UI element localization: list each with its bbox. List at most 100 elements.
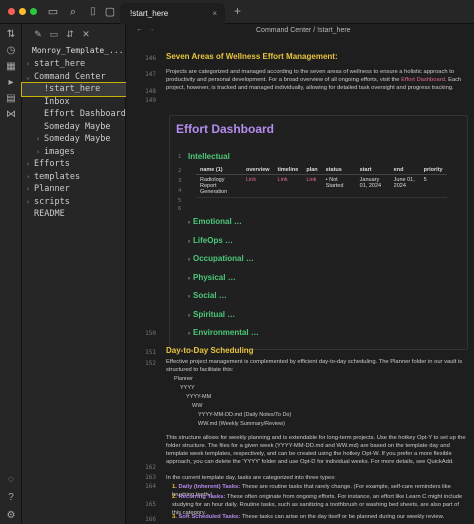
vault-name[interactable]: Monroy_Template_... [32,46,124,55]
cell-name: Radiology Report Generation [196,174,242,198]
folder-tree-yyyy-mm: YYYY-MM [186,394,212,400]
search-icon[interactable]: ⌕ [66,5,80,19]
heading-wellness: Seven Areas of Wellness Effort Managemen… [166,52,338,61]
vault-icon[interactable]: ◌ [4,474,18,488]
maximize-window-button[interactable] [30,8,37,15]
line-number: 6 [178,206,182,212]
folder-icon[interactable]: ▭ [46,5,60,19]
new-tab-button[interactable]: + [234,4,241,18]
history-icon[interactable]: ◷ [4,44,18,58]
chevron-right-icon: › [188,220,190,226]
file-explorer: ✎ ▭ ⇵ ✕ Monroy_Template_... › start_here ⌄… [21,24,127,524]
tree-item[interactable]: › Planner [22,183,126,196]
collapse-all-icon[interactable]: ✕ [80,28,92,40]
left-ribbon: ⇅ ◷ ▦ ▸ ▤ ⋈ ◌ ? ⚙ [0,24,22,524]
breadcrumb-folder[interactable]: Command Center [256,27,311,34]
breadcrumb-file[interactable]: !start_here [317,27,350,34]
tree-item-label: start_here [34,59,86,69]
back-icon[interactable]: ← [136,26,143,33]
terminal-icon[interactable]: ▸ [4,76,18,90]
dashboard-title[interactable]: Effort Dashboard [176,122,274,136]
tree-item[interactable]: › templates [22,171,126,184]
tree-item[interactable]: › Someday Maybe [22,133,126,146]
column-header[interactable]: name (1) [196,166,242,175]
tree-item-label: scripts [34,196,70,207]
cell-plan-link[interactable]: Link [302,174,322,198]
tree-item[interactable]: › images [22,146,126,159]
help-icon[interactable]: ? [4,492,18,506]
tree-item[interactable]: !start_here [21,82,127,97]
folder-tree-ww: WW [192,403,203,409]
line-number: 164 [145,483,156,490]
sort-icon[interactable]: ⇅ [4,28,18,42]
section-collapsed[interactable]: › LifeOps … [188,236,233,245]
new-note-icon[interactable]: ✎ [32,28,44,40]
line-number: 2 [178,168,182,174]
tree-item-label: images [44,146,75,157]
tab-title: !start_here [130,9,169,18]
section-collapsed[interactable]: › Emotional … [188,217,242,226]
sidebar-toggle-icon[interactable]: ▢ [103,5,117,19]
cell-start: January 01, 2024 [355,174,390,198]
list-number: 1. [172,484,177,490]
file-icon[interactable]: ▤ [4,92,18,106]
minimize-window-button[interactable] [19,8,26,15]
tree-item[interactable]: › Efforts [22,158,126,171]
line-number: 162 [145,464,156,471]
column-header[interactable]: status [321,166,356,175]
efforts-table: name (1) overview timeline plan status start e… [196,166,447,198]
chevron-icon: › [26,185,31,193]
sort-order-icon[interactable]: ⇵ [64,28,76,40]
line-number: 150 [145,330,156,337]
section-label: Spiritual … [193,309,236,319]
settings-gear-icon[interactable]: ⚙ [4,510,18,524]
tree-item[interactable]: › start_here [22,58,126,71]
tree-item[interactable]: Someday Maybe [22,121,126,134]
tree-item[interactable]: Effort Dashboard [22,108,126,121]
editor-pane: ← → Command Center / !start_here 146 Sev… [126,24,474,524]
chevron-icon: › [36,135,41,143]
forward-icon[interactable]: → [148,26,155,33]
cell-overview-link[interactable]: Link [242,174,274,198]
chevron-right-icon: › [188,238,190,245]
section-collapsed[interactable]: › Physical … [188,273,236,282]
line-number: 1 [178,154,182,160]
column-header[interactable]: start [355,166,390,175]
new-folder-icon[interactable]: ▭ [48,28,60,40]
tree-item-label: README [34,209,65,219]
tree-item[interactable]: › scripts [22,196,126,209]
section-collapsed[interactable]: › Social … [188,291,227,300]
chevron-icon: › [36,147,41,156]
column-header[interactable]: overview [242,166,274,175]
line-number: 148 [145,88,156,95]
tree-item[interactable]: README [22,208,126,221]
graph-icon[interactable]: ⋈ [4,108,18,122]
bookmark-icon[interactable]: ⌷ [86,5,100,19]
tree-item[interactable]: ⌄ Command Center [22,71,126,84]
column-header[interactable]: timeline [273,166,303,175]
close-tab-icon[interactable]: × [212,3,217,24]
section-label: Environmental … [193,328,259,337]
column-header[interactable]: plan [302,166,322,175]
list-item-soft: 3. Soft Scheduled Tasks: These tasks can… [172,513,468,521]
section-intellectual[interactable]: Intellectual [188,152,230,161]
section-collapsed[interactable]: › Environmental … [188,328,259,337]
line-number: 163 [145,474,156,481]
section-collapsed[interactable]: › Occupational … [188,254,254,263]
column-header[interactable]: end [389,166,420,175]
section-collapsed[interactable]: › Spiritual … [188,310,235,319]
effort-dashboard-link[interactable]: Effort Dashboard [401,77,445,83]
column-header[interactable]: priority [419,166,447,175]
section-label: Occupational … [193,254,254,263]
calendar-icon[interactable]: ▦ [4,60,18,74]
close-window-button[interactable] [8,8,15,15]
cell-timeline-link[interactable]: Link [273,174,303,198]
chevron-icon: › [26,160,31,168]
chevron-icon: › [26,60,31,68]
section-label: Emotional … [193,217,242,226]
chevron-icon: › [26,197,31,206]
line-number: 151 [145,349,156,356]
tab-start-here[interactable]: !start_here × [120,3,225,24]
tree-item[interactable]: Inbox [22,96,126,109]
line-number: 4 [178,188,182,194]
